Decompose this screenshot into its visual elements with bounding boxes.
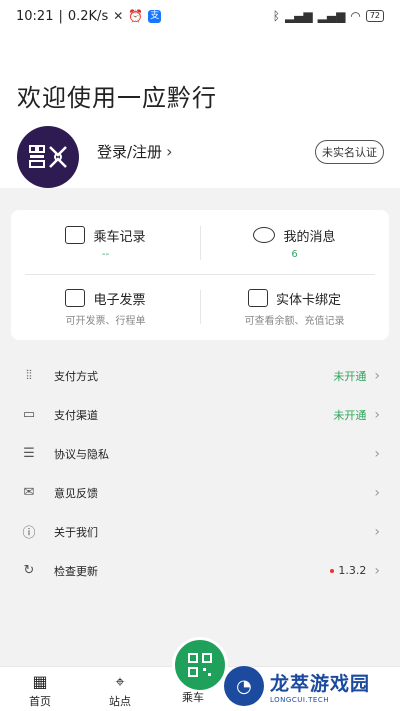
card-icon: ▭ [22, 407, 36, 422]
alipay-icon: 支 [148, 9, 162, 23]
info-icon: ⓘ [22, 526, 36, 541]
chevron-right-icon: › [374, 523, 380, 540]
battery-icon: 72 [365, 10, 384, 22]
chevron-right-icon: › [374, 367, 380, 384]
menu-item-about[interactable]: ⓘ 关于我们 › [0, 512, 400, 551]
menu-item-payment-method[interactable]: ⦙⦙ 支付方式 未开通 › [0, 356, 400, 395]
watermark-logo-icon: ◔ [224, 666, 264, 706]
verification-badge[interactable]: 未实名认证 [315, 140, 384, 164]
login-register-link[interactable]: 登录/注册 › [97, 141, 172, 162]
menu-item-feedback[interactable]: ✉ 意见反馈 › [0, 473, 400, 512]
watermark: ◔ 龙萃游戏园 LONGCUI.TECH [224, 661, 400, 711]
avatar[interactable] [17, 126, 79, 188]
messages-button[interactable]: 我的消息 6 [200, 210, 389, 275]
divider [25, 274, 375, 275]
chevron-right-icon: › [374, 406, 380, 423]
home-logo-icon: ▦ [32, 672, 48, 691]
watermark-sub: LONGCUI.TECH [270, 695, 329, 704]
nav-home-label: 首页 [29, 695, 51, 708]
signal-icon: ▂▄▆ [284, 9, 313, 23]
divider [200, 290, 201, 324]
signal-icon-2: ▂▄▆ [317, 9, 346, 23]
menu-item-payment-channel[interactable]: ▭ 支付渠道 未开通 › [0, 395, 400, 434]
nav-stations-label: 站点 [109, 695, 131, 708]
card-bind-button[interactable]: 实体卡绑定 可查看余额、充值记录 [200, 275, 389, 340]
e-invoice-label: 电子发票 [93, 292, 146, 308]
watermark-title: 龙萃游戏园 [270, 672, 371, 695]
wifi-icon: ◠ [350, 9, 361, 23]
location-icon: ⌖ [115, 672, 125, 691]
mute-icon: ✕ [113, 9, 124, 23]
chevron-right-icon: › [374, 484, 380, 501]
app-logo-icon [29, 145, 67, 168]
network-speed: 0.2K/s [67, 8, 109, 24]
chat-icon [253, 227, 276, 243]
ride-records-count: -- [101, 248, 110, 260]
refresh-icon: ↻ [23, 563, 35, 578]
invoice-icon [65, 289, 86, 307]
messages-count: 6 [291, 248, 298, 260]
card-bind-label: 实体卡绑定 [275, 292, 341, 308]
version-value: 1.3.2 [338, 564, 367, 577]
qr-code-icon [188, 653, 212, 677]
welcome-title: 欢迎使用一应黔行 [17, 84, 217, 112]
nav-home[interactable]: ▦ 首页 [10, 671, 70, 709]
chevron-right-icon: › [374, 562, 380, 579]
menu-item-privacy[interactable]: ☰ 协议与隐私 › [0, 434, 400, 473]
bluetooth-icon: ᛒ [272, 9, 280, 23]
login-label: 登录/注册 [97, 143, 163, 161]
mail-icon: ✉ [23, 485, 35, 500]
status-value: 未开通 [333, 369, 367, 383]
ride-qr-button[interactable] [172, 637, 228, 693]
e-invoice-desc: 可开发票、行程单 [65, 315, 146, 327]
status-time: 10:21 [16, 8, 54, 24]
ride-records-label: 乘车记录 [93, 229, 146, 245]
ride-records-button[interactable]: 乘车记录 -- [11, 210, 200, 275]
settings-menu: ⦙⦙ 支付方式 未开通 › ▭ 支付渠道 未开通 › ☰ 协议与隐私 › ✉ 意… [0, 356, 400, 590]
card-bind-icon [247, 289, 268, 307]
calendar-icon [65, 226, 86, 244]
chevron-right-icon: › [374, 445, 380, 462]
nav-stations[interactable]: ⌖ 站点 [90, 671, 150, 709]
scan-icon: ⦙⦙ [26, 368, 32, 383]
profile-header: 欢迎使用一应黔行 登录/注册 › 未实名认证 [0, 32, 400, 188]
alarm-icon: ⏰ [128, 9, 144, 23]
document-icon: ☰ [23, 446, 35, 461]
feature-card: 乘车记录 -- 我的消息 6 电子发票 可开发票、行程单 实体卡绑定 可查看余额… [11, 210, 389, 340]
divider [200, 226, 201, 260]
menu-item-check-update[interactable]: ↻ 检查更新 1.3.2 › [0, 551, 400, 590]
chevron-right-icon: › [166, 142, 173, 161]
e-invoice-button[interactable]: 电子发票 可开发票、行程单 [11, 275, 200, 340]
status-value: 未开通 [333, 408, 367, 422]
card-bind-desc: 可查看余额、充值记录 [244, 315, 345, 327]
status-bar: 10:21 | 0.2K/s ✕ ⏰ 支 ᛒ ▂▄▆ ▂▄▆ ◠ 72 [0, 0, 400, 32]
messages-label: 我的消息 [283, 229, 336, 245]
nav-ride-label: 乘车 [182, 691, 204, 704]
update-dot [330, 568, 335, 573]
